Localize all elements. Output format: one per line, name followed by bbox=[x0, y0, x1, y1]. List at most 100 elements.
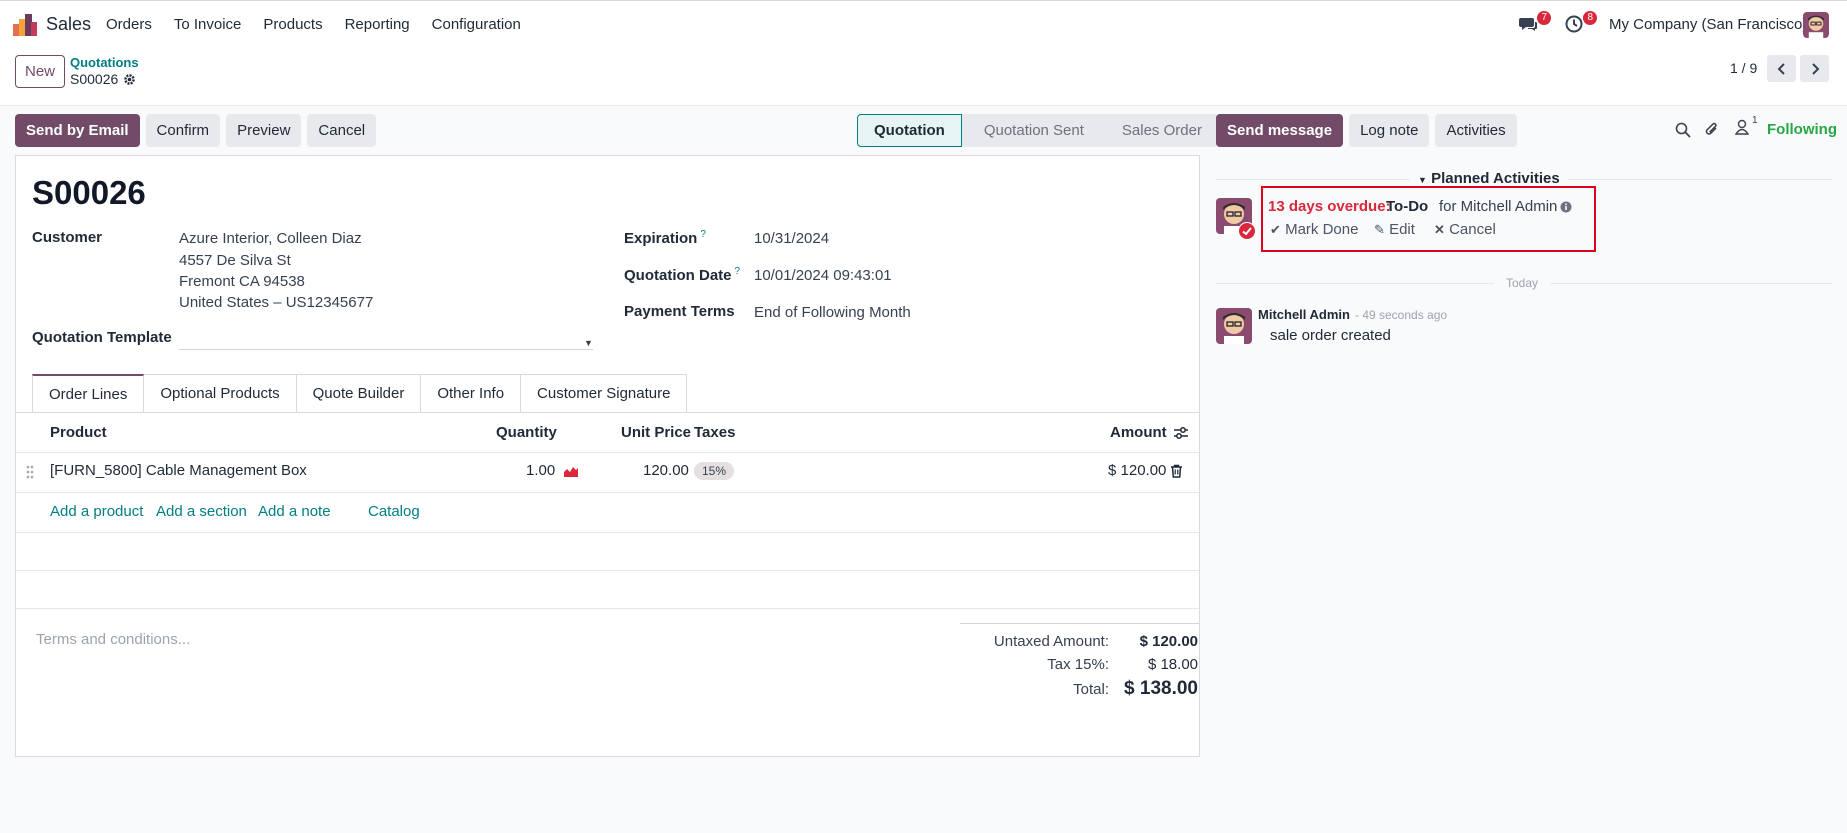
cancel-button[interactable]: Cancel bbox=[307, 114, 377, 147]
col-unit-price[interactable]: Unit Price bbox=[621, 424, 691, 441]
customer-street: 4557 De Silva St bbox=[179, 252, 291, 269]
quotation-template-input[interactable] bbox=[179, 349, 593, 350]
pager-value[interactable]: 1 / 9 bbox=[1730, 60, 1757, 76]
breadcrumb-current: S00026 bbox=[70, 71, 136, 87]
menu-orders[interactable]: Orders bbox=[106, 16, 152, 33]
message-author[interactable]: Mitchell Admin bbox=[1258, 307, 1350, 322]
customer-label: Customer bbox=[32, 229, 103, 246]
catalog-link[interactable]: Catalog bbox=[368, 503, 420, 520]
row-product[interactable]: [FURN_5800] Cable Management Box bbox=[50, 462, 307, 479]
mark-done-button[interactable]: ✔ Mark Done bbox=[1270, 221, 1358, 238]
add-product-link[interactable]: Add a product bbox=[50, 503, 143, 520]
col-product[interactable]: Product bbox=[50, 424, 107, 441]
tab-quote-builder[interactable]: Quote Builder bbox=[296, 374, 422, 413]
menu-reporting[interactable]: Reporting bbox=[345, 16, 410, 33]
payment-terms-field[interactable]: End of Following Month bbox=[754, 304, 911, 321]
main-menu: Orders To Invoice Products Reporting Con… bbox=[106, 16, 543, 33]
form-sheet: S00026 Customer Azure Interior, Colleen … bbox=[15, 155, 1200, 757]
message-avatar[interactable] bbox=[1216, 308, 1252, 344]
gear-icon[interactable] bbox=[123, 73, 136, 86]
clock-icon bbox=[1565, 15, 1583, 33]
activity-highlight-box bbox=[1261, 186, 1596, 252]
sales-app-icon[interactable] bbox=[13, 14, 37, 36]
activities-badge: 8 bbox=[1583, 11, 1597, 25]
control-panel: New Quotations S00026 1 / 9 bbox=[0, 47, 1847, 106]
planned-activities-title: Planned Activities bbox=[1431, 170, 1560, 187]
form-actions: Send by Email Confirm Preview Cancel bbox=[15, 114, 377, 147]
confirm-button[interactable]: Confirm bbox=[145, 114, 221, 147]
activities-schedule-button[interactable]: Activities bbox=[1435, 114, 1517, 147]
company-switcher[interactable]: My Company (San Francisco) bbox=[1609, 16, 1807, 33]
message-body: sale order created bbox=[1270, 327, 1391, 344]
user-avatar[interactable] bbox=[1803, 12, 1829, 38]
tax-label: Tax 15%: bbox=[1047, 656, 1109, 673]
breadcrumb-current-label: S00026 bbox=[70, 71, 119, 87]
terms-conditions-input[interactable]: Terms and conditions... bbox=[36, 631, 190, 648]
tax-badge[interactable]: 15% bbox=[694, 462, 735, 480]
planned-activities-toggle[interactable]: ▼ Planned Activities bbox=[1410, 170, 1568, 187]
pencil-icon: ✎ bbox=[1374, 222, 1385, 237]
messages-badge: 7 bbox=[1537, 11, 1551, 25]
following-button[interactable]: Following bbox=[1767, 121, 1837, 138]
info-icon[interactable] bbox=[1560, 201, 1572, 213]
menu-to-invoice[interactable]: To Invoice bbox=[174, 16, 242, 33]
total-value: $ 138.00 bbox=[1124, 678, 1198, 699]
messages-button[interactable]: 7 bbox=[1518, 11, 1551, 38]
tab-other-info[interactable]: Other Info bbox=[421, 374, 522, 413]
row-unit-price[interactable]: 120.00 bbox=[643, 462, 689, 479]
totals-divider bbox=[960, 623, 1199, 624]
activity-assignee: for Mitchell Admin bbox=[1439, 198, 1558, 215]
customer-name[interactable]: Azure Interior, Colleen Diaz bbox=[179, 230, 362, 247]
col-taxes[interactable]: Taxes bbox=[694, 424, 735, 441]
quotation-date-field[interactable]: 10/01/2024 09:43:01 bbox=[754, 267, 892, 284]
help-icon: ? bbox=[734, 266, 741, 277]
send-message-button[interactable]: Send message bbox=[1216, 114, 1344, 147]
quotation-date-label: Quotation Date? bbox=[624, 266, 741, 284]
cancel-activity-button[interactable]: ✕ Cancel bbox=[1434, 221, 1496, 238]
customer-country: United States – US12345677 bbox=[179, 294, 374, 311]
activity-type: To-Do bbox=[1386, 198, 1429, 215]
col-quantity[interactable]: Quantity bbox=[496, 424, 557, 441]
trash-icon[interactable] bbox=[1170, 464, 1183, 478]
pager-next-button[interactable] bbox=[1800, 55, 1829, 82]
caret-down-icon[interactable]: ▼ bbox=[584, 338, 593, 348]
breadcrumb-quotations[interactable]: Quotations bbox=[70, 55, 139, 70]
tabs-divider bbox=[16, 412, 1199, 413]
add-note-link[interactable]: Add a note bbox=[258, 503, 331, 520]
followers-button[interactable]: 1 bbox=[1734, 115, 1758, 139]
col-amount[interactable]: Amount bbox=[1110, 424, 1167, 441]
row-quantity[interactable]: 1.00 bbox=[526, 462, 555, 479]
drag-handle-icon[interactable] bbox=[26, 465, 34, 479]
send-by-email-button[interactable]: Send by Email bbox=[15, 114, 140, 147]
caret-down-icon: ▼ bbox=[1418, 175, 1427, 185]
new-button[interactable]: New bbox=[15, 55, 65, 88]
tab-customer-signature[interactable]: Customer Signature bbox=[521, 374, 688, 413]
menu-products[interactable]: Products bbox=[263, 16, 322, 33]
forecast-chart-icon[interactable] bbox=[563, 464, 579, 478]
expiration-field[interactable]: 10/31/2024 bbox=[754, 230, 829, 247]
date-today: Today bbox=[1494, 276, 1551, 290]
app-name[interactable]: Sales bbox=[46, 14, 91, 35]
status-bar: Quotation Quotation Sent Sales Order bbox=[857, 114, 1218, 147]
menu-configuration[interactable]: Configuration bbox=[432, 16, 521, 33]
column-settings-icon[interactable] bbox=[1173, 426, 1189, 440]
payment-terms-label: Payment Terms bbox=[624, 303, 735, 320]
pager-previous-button[interactable] bbox=[1767, 55, 1796, 82]
check-icon: ✔ bbox=[1270, 222, 1281, 237]
stage-quotation-sent[interactable]: Quotation Sent bbox=[961, 114, 1100, 147]
log-note-button[interactable]: Log note bbox=[1349, 114, 1430, 147]
stage-quotation[interactable]: Quotation bbox=[857, 114, 962, 147]
order-reference: S00026 bbox=[32, 174, 146, 211]
activities-button[interactable]: 8 bbox=[1564, 11, 1597, 38]
total-label: Total: bbox=[1073, 681, 1109, 698]
activity-overdue: 13 days overdue: bbox=[1268, 198, 1391, 215]
search-icon[interactable] bbox=[1675, 122, 1691, 138]
stage-sales-order[interactable]: Sales Order bbox=[1099, 114, 1218, 147]
add-section-link[interactable]: Add a section bbox=[156, 503, 247, 520]
edit-activity-button[interactable]: ✎ Edit bbox=[1374, 221, 1415, 238]
paperclip-icon[interactable] bbox=[1704, 121, 1720, 138]
tab-optional-products[interactable]: Optional Products bbox=[144, 374, 297, 413]
tab-order-lines[interactable]: Order Lines bbox=[32, 374, 145, 413]
preview-button[interactable]: Preview bbox=[226, 114, 302, 147]
chevron-left-icon bbox=[1777, 62, 1785, 75]
